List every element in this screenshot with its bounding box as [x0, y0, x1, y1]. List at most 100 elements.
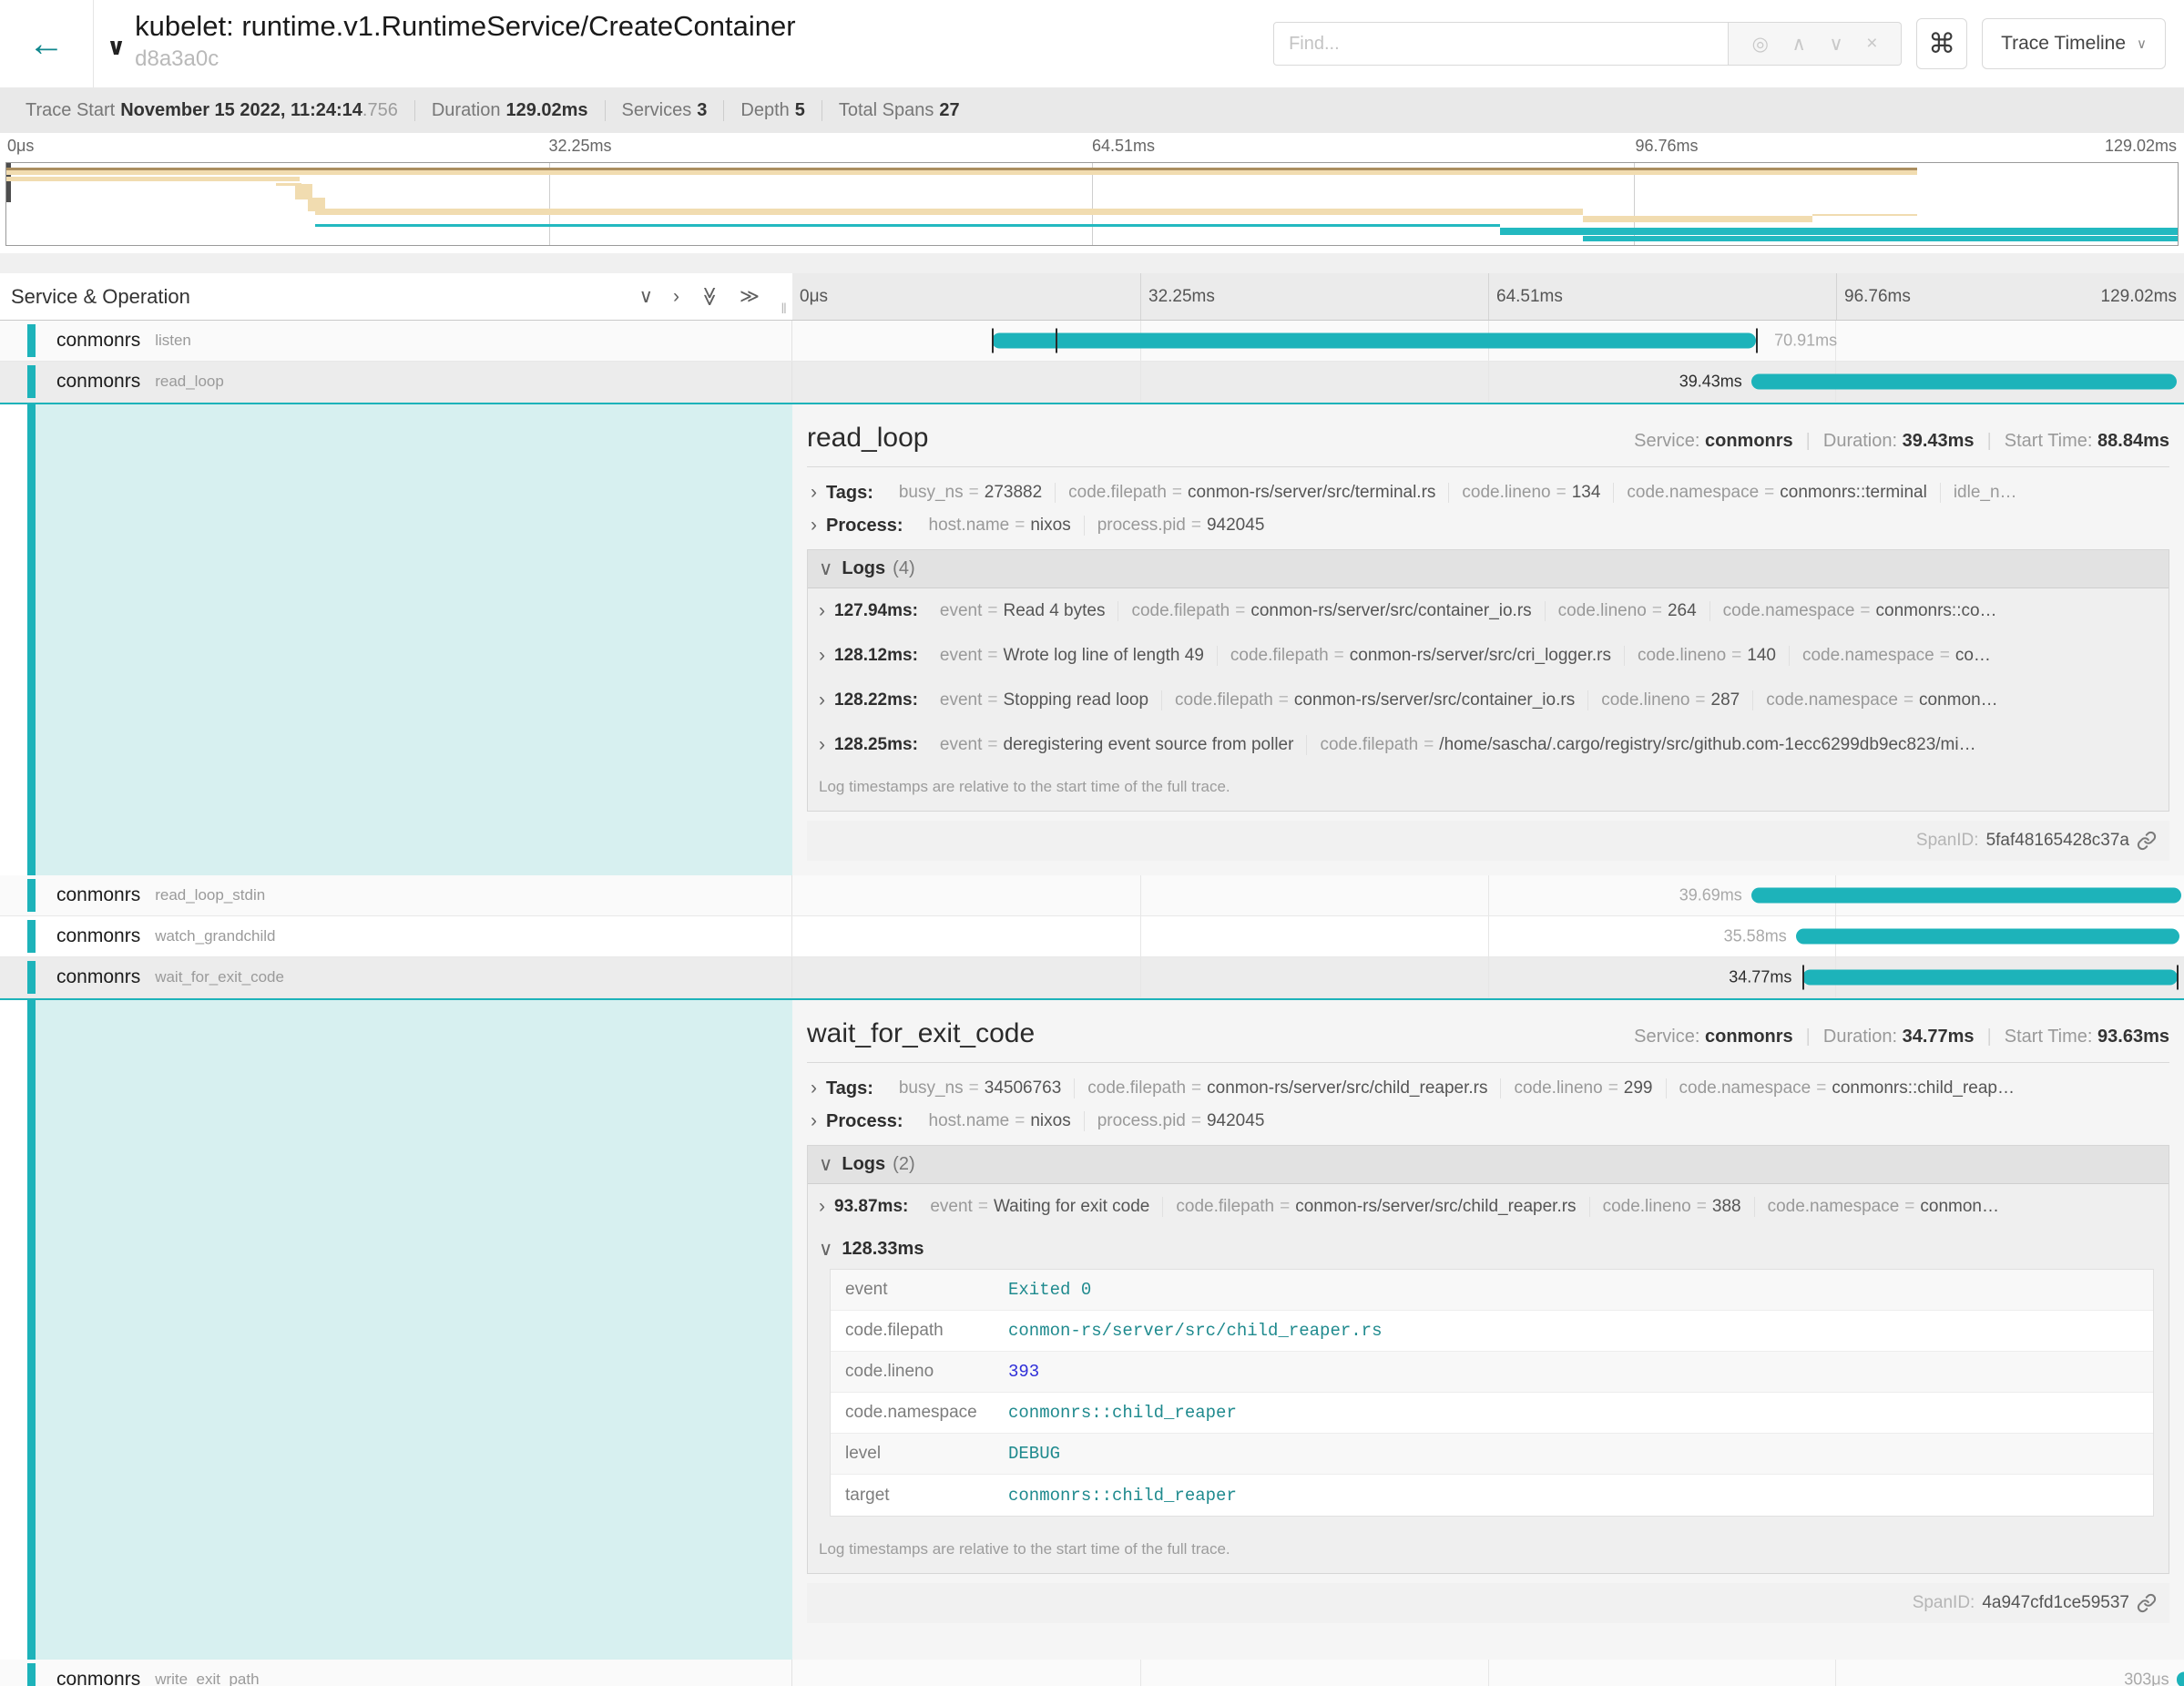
link-icon[interactable] [2137, 831, 2157, 851]
ruler-tick: 129.02ms [2105, 137, 2177, 156]
log-field-chip: code.lineno=287 [1588, 690, 1753, 710]
minimap-canvas[interactable] [5, 162, 2179, 246]
service-color-marker [27, 365, 36, 398]
link-icon[interactable] [2137, 1593, 2157, 1613]
expand-one-icon[interactable]: ∨ [639, 285, 653, 308]
span-row-read-loop[interactable]: conmonrs read_loop 39.43ms [0, 362, 2184, 403]
detail-panel: read_loop Service: conmonrs|Duration: 39… [792, 404, 2184, 875]
chevron-right-icon: › [819, 734, 825, 756]
process-accordion[interactable]: › Process: host.name=nixosprocess.pid=94… [807, 1105, 2169, 1138]
service-operation-header: Service & Operation ∨ › ≫ ≫ ‖ [0, 273, 792, 320]
detail-title: read_loop [807, 423, 928, 454]
keyboard-shortcuts-button[interactable]: ⌘ [1916, 18, 1967, 69]
tag-chip: code.lineno=299 [1501, 1078, 1666, 1098]
span-bar[interactable] [1802, 970, 2178, 986]
logs-header[interactable]: ∨ Logs(4) [808, 550, 2169, 588]
log-field-chip: code.lineno=140 [1625, 646, 1790, 666]
page-title: kubelet: runtime.v1.RuntimeService/Creat… [135, 9, 795, 43]
log-entry[interactable]: › 128.22ms: event=Stopping read loopcode… [808, 678, 2169, 722]
log-field-chip: code.filepath=conmon-rs/server/src/child… [1163, 1197, 1589, 1217]
trace-view-selector[interactable]: Trace Timeline ∨ [1982, 18, 2166, 69]
find-input[interactable] [1273, 22, 1729, 66]
field-key: target [831, 1486, 1008, 1506]
log-field-row: code.namespace conmonrs::child_reaper [831, 1393, 2153, 1434]
operation-name: read_loop_stdin [155, 886, 265, 904]
minimap-span [1500, 228, 2178, 235]
minimap-span [315, 209, 1583, 214]
find-group: ◎ ∧ ∨ × [1273, 22, 1902, 66]
span-event-tick [2177, 966, 2179, 990]
span-bar[interactable] [1751, 888, 2181, 904]
tags-accordion[interactable]: › Tags: busy_ns=273882code.filepath=conm… [807, 476, 2169, 509]
field-key: code.filepath [831, 1321, 1008, 1341]
log-fields-table: event Exited 0 code.filepath conmon-rs/s… [830, 1269, 2154, 1517]
service-color-marker [27, 1663, 36, 1686]
collapse-one-icon[interactable]: › [673, 286, 679, 308]
span-bar[interactable] [1751, 374, 2178, 390]
logs-header[interactable]: ∨ Logs(2) [808, 1146, 2169, 1184]
process-accordion[interactable]: › Process: host.name=nixosprocess.pid=94… [807, 509, 2169, 542]
tags-accordion[interactable]: › Tags: busy_ns=34506763code.filepath=co… [807, 1072, 2169, 1105]
expand-all-icon[interactable]: ≫ [699, 287, 721, 307]
operation-name: watch_grandchild [155, 927, 275, 945]
find-next-icon[interactable]: ∨ [1829, 33, 1842, 56]
detail-accent [27, 1000, 792, 1660]
span-bar[interactable] [1796, 929, 2180, 945]
chevron-down-icon: ∨ [819, 1238, 832, 1261]
log-field-chip: code.lineno=388 [1590, 1197, 1755, 1217]
log-entry[interactable]: › 93.87ms: event=Waiting for exit codeco… [808, 1184, 2169, 1229]
minimap-span [6, 177, 300, 181]
log-entry[interactable]: › 128.12ms: event=Wrote log line of leng… [808, 633, 2169, 678]
collapse-controls: ∨ › ≫ ≫ [639, 273, 760, 320]
span-detail-wait-for-exit-code: wait_for_exit_code Service: conmonrs|Dur… [0, 998, 2184, 1660]
span-row-watch-grandchild[interactable]: conmonrs watch_grandchild 35.58ms [0, 916, 2184, 957]
chevron-right-icon: › [811, 1110, 817, 1132]
find-prev-icon[interactable]: ∧ [1791, 33, 1805, 56]
log-field-chip: code.filepath=/home/sascha/.cargo/regist… [1307, 735, 1988, 755]
log-entry-expanded-header[interactable]: ∨ 128.33ms [808, 1229, 2169, 1269]
span-bar[interactable] [992, 333, 1757, 349]
span-row-write-exit-path[interactable]: conmonrs write_exit_path 303μs [0, 1660, 2184, 1686]
service-name: conmonrs [56, 884, 140, 906]
chevron-right-icon: › [811, 1078, 817, 1099]
field-value: DEBUG [1008, 1444, 1060, 1464]
span-row-read-loop-stdin[interactable]: conmonrs read_loop_stdin 39.69ms [0, 875, 2184, 916]
find-clear-icon[interactable]: × [1866, 33, 1877, 55]
ruler-tick: 64.51ms [1092, 137, 1155, 156]
log-field-row: target conmonrs::child_reaper [831, 1475, 2153, 1516]
collapse-all-icon[interactable]: ≫ [740, 285, 760, 308]
service-color-marker [27, 879, 36, 912]
command-icon: ⌘ [1928, 29, 1955, 59]
ruler-cell: 32.25ms [1140, 273, 1488, 320]
trace-depth: Depth5 [724, 100, 822, 121]
log-field-chip: event=Wrote log line of length 49 [927, 646, 1218, 666]
trace-start: Trace StartNovember 15 2022, 11:24:14.75… [9, 100, 415, 121]
log-entry[interactable]: › 128.25ms: event=deregistering event so… [808, 722, 2169, 767]
field-key: code.namespace [831, 1403, 1008, 1423]
process-chip: process.pid=942045 [1085, 516, 1278, 536]
log-entry[interactable]: › 127.94ms: event=Read 4 bytescode.filep… [808, 588, 2169, 633]
log-field-chip: code.namespace=conmon… [1755, 1197, 2012, 1217]
column-resize-grip[interactable]: ‖ [781, 301, 787, 318]
span-row-listen[interactable]: conmonrs listen 70.91ms [0, 321, 2184, 362]
span-row-wait-for-exit-code[interactable]: conmonrs wait_for_exit_code 34.77ms [0, 957, 2184, 998]
span-duration: 39.43ms [1679, 373, 1742, 392]
minimap-span [1583, 216, 1813, 222]
span-id-value: 5faf48165428c37a [1986, 831, 2129, 851]
span-id-strip: SpanID: 4a947cfd1ce59537 [807, 1583, 2169, 1623]
field-key: level [831, 1444, 1008, 1464]
service-color-marker [27, 324, 36, 357]
collapse-header-icon[interactable]: ∨ [107, 33, 126, 61]
back-button[interactable]: ← [0, 0, 94, 87]
find-buttons: ◎ ∧ ∨ × [1729, 22, 1902, 66]
service-name: conmonrs [56, 371, 140, 393]
detail-meta: Service: conmonrs|Duration: 34.77ms|Star… [1634, 1027, 2169, 1047]
span-bar[interactable] [2177, 1672, 2184, 1686]
detail-meta: Service: conmonrs|Duration: 39.43ms|Star… [1634, 431, 2169, 452]
span-duration: 70.91ms [1774, 332, 1837, 351]
detail-panel: wait_for_exit_code Service: conmonrs|Dur… [792, 1000, 2184, 1660]
find-target-icon[interactable]: ◎ [1752, 33, 1769, 56]
log-field-chip: event=Stopping read loop [927, 690, 1162, 710]
tag-chip: busy_ns=273882 [886, 483, 1056, 503]
span-detail-read-loop: read_loop Service: conmonrs|Duration: 39… [0, 403, 2184, 875]
